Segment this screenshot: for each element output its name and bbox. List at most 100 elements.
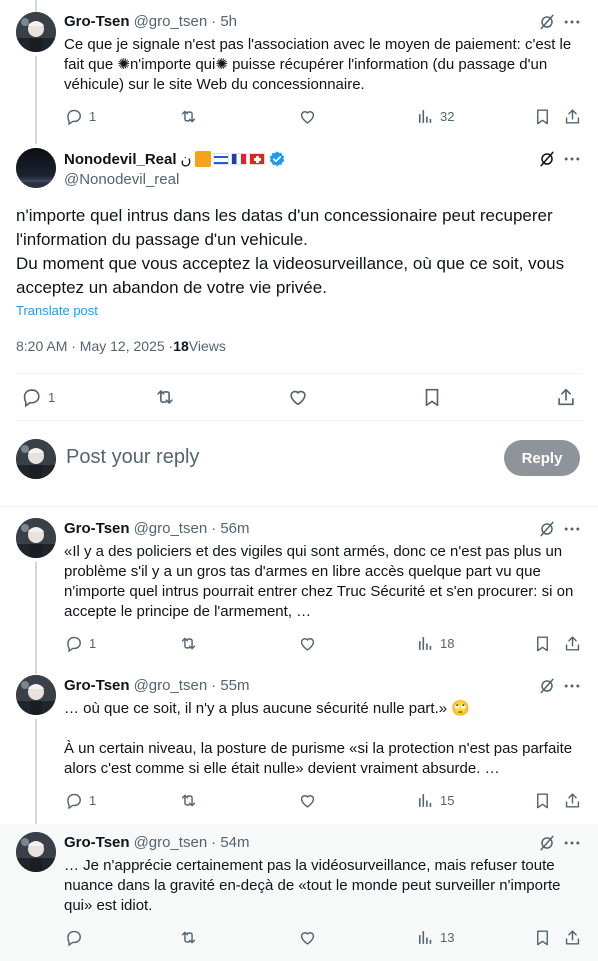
thread-line bbox=[35, 562, 37, 674]
views-action[interactable]: 13 bbox=[415, 928, 454, 947]
tweet-time[interactable]: · 5h bbox=[211, 13, 237, 30]
like-icon bbox=[298, 928, 317, 947]
share-action[interactable] bbox=[563, 928, 582, 947]
author-name[interactable]: Gro-Tsen bbox=[64, 13, 130, 30]
share-action[interactable] bbox=[555, 386, 577, 408]
my-avatar[interactable] bbox=[16, 439, 56, 479]
repost-icon bbox=[179, 928, 198, 947]
bookmark-action[interactable] bbox=[421, 386, 443, 408]
reply-icon bbox=[64, 107, 83, 126]
repost-action[interactable] bbox=[179, 107, 198, 126]
views-action[interactable]: 18 bbox=[415, 634, 454, 653]
bookmark-action[interactable] bbox=[533, 928, 552, 947]
more-icon[interactable] bbox=[562, 149, 582, 169]
more-icon[interactable] bbox=[562, 676, 582, 696]
views-icon bbox=[415, 634, 434, 653]
tweet-text: … où que ce soit, il n'y a plus aucune s… bbox=[64, 700, 573, 777]
divider bbox=[16, 373, 582, 374]
reply-action[interactable] bbox=[64, 928, 89, 947]
more-icon[interactable] bbox=[562, 12, 582, 32]
tweet-time[interactable]: · 55m bbox=[211, 677, 249, 694]
france-flag-icon bbox=[230, 153, 247, 165]
repost-action[interactable] bbox=[179, 634, 198, 653]
israel-flag-icon bbox=[212, 153, 229, 165]
bookmark-action[interactable] bbox=[533, 791, 552, 810]
share-icon bbox=[563, 928, 582, 947]
divider bbox=[0, 506, 598, 507]
bookmark-action[interactable] bbox=[533, 107, 552, 126]
author-name[interactable]: Gro-Tsen bbox=[64, 520, 130, 537]
thread-line bbox=[35, 0, 37, 12]
author-handle[interactable]: @gro_tsen bbox=[134, 677, 208, 694]
share-action[interactable] bbox=[563, 634, 582, 653]
author-name[interactable]: Nonodevil_Real bbox=[64, 151, 177, 168]
repost-icon bbox=[179, 107, 198, 126]
avatar[interactable] bbox=[16, 675, 56, 715]
author-handle[interactable]: @gro_tsen bbox=[134, 520, 208, 537]
views-count: 32 bbox=[440, 109, 455, 124]
tweet-time[interactable]: · 54m bbox=[211, 834, 249, 851]
reply-input[interactable]: Post your reply bbox=[66, 446, 199, 469]
switzerland-flag-icon bbox=[248, 153, 265, 165]
reply-button[interactable]: Reply bbox=[504, 440, 580, 476]
bookmark-action[interactable] bbox=[533, 634, 552, 653]
like-action[interactable] bbox=[298, 791, 317, 810]
repost-action[interactable] bbox=[154, 386, 176, 408]
tweet-time[interactable]: · 56m bbox=[211, 520, 249, 537]
like-action[interactable] bbox=[298, 634, 317, 653]
grok-icon[interactable] bbox=[537, 833, 557, 853]
main-tweet-text: n'importe quel intrus dans les datas d'u… bbox=[16, 206, 565, 297]
reply-action[interactable]: 1 bbox=[20, 386, 55, 408]
author-handle[interactable]: @Nonodevil_real bbox=[64, 171, 179, 188]
grok-icon[interactable] bbox=[537, 676, 557, 696]
tweet-timestamp[interactable]: 8:20 AM · May 12, 2025 · bbox=[16, 338, 173, 354]
views-count: 15 bbox=[440, 793, 455, 808]
grok-icon[interactable] bbox=[537, 149, 557, 169]
reply-action[interactable]: 1 bbox=[64, 634, 96, 653]
translate-post-link[interactable]: Translate post bbox=[16, 303, 98, 318]
reply-action[interactable]: 1 bbox=[64, 107, 96, 126]
author-name[interactable]: Gro-Tsen bbox=[64, 677, 130, 694]
grok-icon[interactable] bbox=[537, 12, 557, 32]
bookmark-icon bbox=[533, 107, 552, 126]
tweet-header: Gro-Tsen @gro_tsen · 54m bbox=[64, 834, 250, 851]
share-action[interactable] bbox=[563, 791, 582, 810]
avatar[interactable] bbox=[16, 148, 56, 188]
divider bbox=[16, 420, 582, 421]
like-action[interactable] bbox=[298, 107, 317, 126]
views-count: 13 bbox=[440, 930, 455, 945]
avatar[interactable] bbox=[16, 12, 56, 52]
repost-action[interactable] bbox=[179, 791, 198, 810]
reply-count: 1 bbox=[48, 389, 56, 405]
reply-icon bbox=[64, 928, 83, 947]
reply-icon bbox=[20, 386, 42, 408]
avatar[interactable] bbox=[16, 832, 56, 872]
share-icon bbox=[555, 386, 577, 408]
bookmark-icon bbox=[533, 791, 552, 810]
repost-icon bbox=[179, 634, 198, 653]
tweet-timestamp-row: 8:20 AM · May 12, 2025 · 18 Views bbox=[16, 338, 226, 354]
reply-icon bbox=[64, 634, 83, 653]
avatar[interactable] bbox=[16, 518, 56, 558]
tweet-text: … Je n'apprécie certainement pas la vidé… bbox=[64, 857, 561, 914]
thread-line bbox=[35, 719, 37, 831]
views-action[interactable]: 32 bbox=[415, 107, 454, 126]
share-action[interactable] bbox=[563, 107, 582, 126]
repost-icon bbox=[179, 791, 198, 810]
author-name[interactable]: Gro-Tsen bbox=[64, 834, 130, 851]
grok-icon[interactable] bbox=[537, 519, 557, 539]
bookmark-icon bbox=[533, 928, 552, 947]
author-handle[interactable]: @gro_tsen bbox=[134, 13, 208, 30]
more-icon[interactable] bbox=[562, 833, 582, 853]
like-action[interactable] bbox=[287, 386, 309, 408]
more-icon[interactable] bbox=[562, 519, 582, 539]
repost-action[interactable] bbox=[179, 928, 198, 947]
like-icon bbox=[298, 107, 317, 126]
author-handle[interactable]: @gro_tsen bbox=[134, 834, 208, 851]
like-action[interactable] bbox=[298, 928, 317, 947]
share-icon bbox=[563, 107, 582, 126]
bookmark-icon bbox=[533, 634, 552, 653]
reply-action[interactable]: 1 bbox=[64, 791, 96, 810]
views-action[interactable]: 15 bbox=[415, 791, 454, 810]
like-icon bbox=[298, 634, 317, 653]
